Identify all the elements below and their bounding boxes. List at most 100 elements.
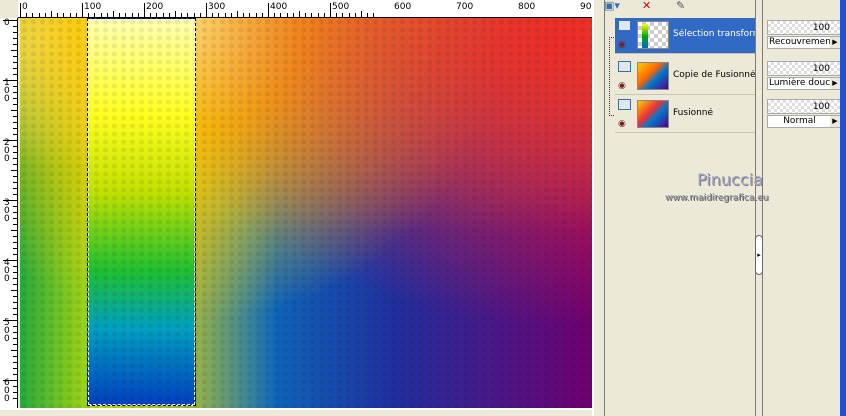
ruler-tick xyxy=(113,11,114,17)
opacity-slider[interactable]: 100 xyxy=(767,99,841,114)
ruler-tick xyxy=(336,13,338,17)
layer-thumbnail xyxy=(637,21,669,49)
ruler-tick xyxy=(20,3,21,17)
new-layer-icon[interactable]: ▣▾ xyxy=(604,0,620,11)
ruler-tick xyxy=(13,74,17,75)
blend-mode-value: Lumière douce xyxy=(769,78,836,88)
layer-mask-icon[interactable] xyxy=(618,61,631,72)
ruler-tick xyxy=(13,98,17,99)
opacity-value: 100 xyxy=(812,64,830,74)
ruler-tick xyxy=(69,13,71,17)
ruler-tick xyxy=(13,86,17,87)
layer-row[interactable]: ◉ Fusionné xyxy=(615,97,755,133)
ruler-label: 200 xyxy=(146,2,164,12)
layer-mask-icon[interactable] xyxy=(618,99,631,110)
blend-mode-dropdown[interactable]: Lumière douce ▶ xyxy=(767,77,841,90)
window-edge xyxy=(840,0,846,416)
visibility-eye-icon[interactable]: ◉ xyxy=(618,119,626,129)
ruler-tick xyxy=(88,13,90,17)
ruler-tick xyxy=(13,104,17,105)
image-canvas[interactable] xyxy=(20,18,592,408)
ruler-label: 3 0 0 xyxy=(4,198,10,224)
layer-row[interactable]: ◉ Copie de Fusionné xyxy=(615,59,755,95)
blend-mode-dropdown[interactable]: Normal ▶ xyxy=(767,115,841,128)
dropdown-arrow-icon[interactable]: ▶ xyxy=(830,37,840,48)
ruler-tick xyxy=(11,170,17,171)
ruler-tick xyxy=(13,56,17,57)
ruler-tick xyxy=(13,44,17,45)
ruler-tick xyxy=(13,32,17,33)
canvas-border xyxy=(592,0,600,416)
ruler-tick xyxy=(268,3,269,17)
ruler-tick xyxy=(106,13,108,17)
delete-layer-icon[interactable]: ✕ xyxy=(642,0,651,11)
layer-mask-icon[interactable] xyxy=(618,20,631,31)
ruler-label: 2 0 0 xyxy=(4,138,10,164)
ruler-tick xyxy=(13,158,17,159)
horizontal-ruler: 0 100 200 300 400 500 600 700 800 900 xyxy=(18,0,597,18)
ruler-tick xyxy=(13,182,17,183)
ruler-tick xyxy=(354,13,356,17)
selection-marquee[interactable] xyxy=(87,18,196,406)
ruler-tick xyxy=(13,266,17,267)
canvas-bottom-border xyxy=(0,408,592,416)
ruler-tick xyxy=(305,13,307,17)
layers-toolbar: ▣▾ ✕ ✎ xyxy=(604,0,756,12)
ruler-tick xyxy=(150,13,152,17)
ruler-tick xyxy=(125,13,127,17)
dropdown-arrow-icon[interactable]: ▶ xyxy=(830,116,840,127)
ruler-tick xyxy=(13,356,17,357)
layer-properties-panel: 100 Recouvrement ▶ 100 Lumière douce ▶ 100 N… xyxy=(762,0,841,416)
layer-row[interactable]: ◉ Sélection transformé xyxy=(615,18,755,54)
ruler-label: 800 xyxy=(518,2,536,12)
ruler-tick xyxy=(13,122,17,123)
ruler-tick xyxy=(193,13,195,17)
ruler-tick xyxy=(51,11,52,17)
panel-collapse-handle[interactable]: ▸ xyxy=(755,235,763,275)
watermark-url: www.maidiregrafica.eu xyxy=(665,193,769,203)
opacity-slider[interactable]: 100 xyxy=(767,20,841,35)
ruler-tick xyxy=(286,13,288,17)
ruler-tick xyxy=(11,50,17,51)
ruler-tick xyxy=(13,134,17,135)
ruler-tick xyxy=(13,332,17,333)
ruler-tick xyxy=(342,13,344,17)
ruler-tick xyxy=(63,13,65,17)
ruler-tick xyxy=(224,13,226,17)
edit-icon[interactable]: ✎ xyxy=(676,0,685,11)
ruler-tick xyxy=(348,13,350,17)
ruler-tick xyxy=(274,13,276,17)
ruler-tick xyxy=(75,13,77,17)
ruler-tick xyxy=(13,242,17,243)
ruler-tick xyxy=(311,13,313,17)
ruler-tick xyxy=(373,13,375,17)
ruler-tick xyxy=(206,3,207,17)
blend-mode-dropdown[interactable]: Recouvrement ▶ xyxy=(767,36,841,49)
ruler-tick xyxy=(13,338,17,339)
visibility-eye-icon[interactable]: ◉ xyxy=(618,40,626,50)
ruler-tick xyxy=(144,3,145,17)
ruler-tick xyxy=(13,308,17,309)
ruler-tick xyxy=(199,13,201,17)
ruler-tick xyxy=(181,13,183,17)
ruler-tick xyxy=(13,362,17,363)
ruler-tick xyxy=(13,236,17,237)
ruler-tick xyxy=(13,284,17,285)
ruler-tick xyxy=(13,128,17,129)
ruler-tick xyxy=(162,13,164,17)
ruler-tick xyxy=(156,13,158,17)
visibility-eye-icon[interactable]: ◉ xyxy=(618,81,626,91)
ruler-tick xyxy=(13,314,17,315)
ruler-label: 4 0 0 xyxy=(4,258,10,284)
ruler-tick xyxy=(168,13,170,17)
ruler-label: 400 xyxy=(270,2,288,12)
ruler-tick xyxy=(230,13,232,17)
ruler-tick xyxy=(317,13,319,17)
layer-properties: 100 Normal ▶ xyxy=(767,99,841,128)
ruler-tick xyxy=(13,326,17,327)
ruler-tick xyxy=(261,13,263,17)
blend-mode-value: Recouvrement xyxy=(769,37,835,47)
opacity-slider[interactable]: 100 xyxy=(767,61,841,76)
ruler-tick xyxy=(11,290,17,291)
dropdown-arrow-icon[interactable]: ▶ xyxy=(830,78,840,89)
